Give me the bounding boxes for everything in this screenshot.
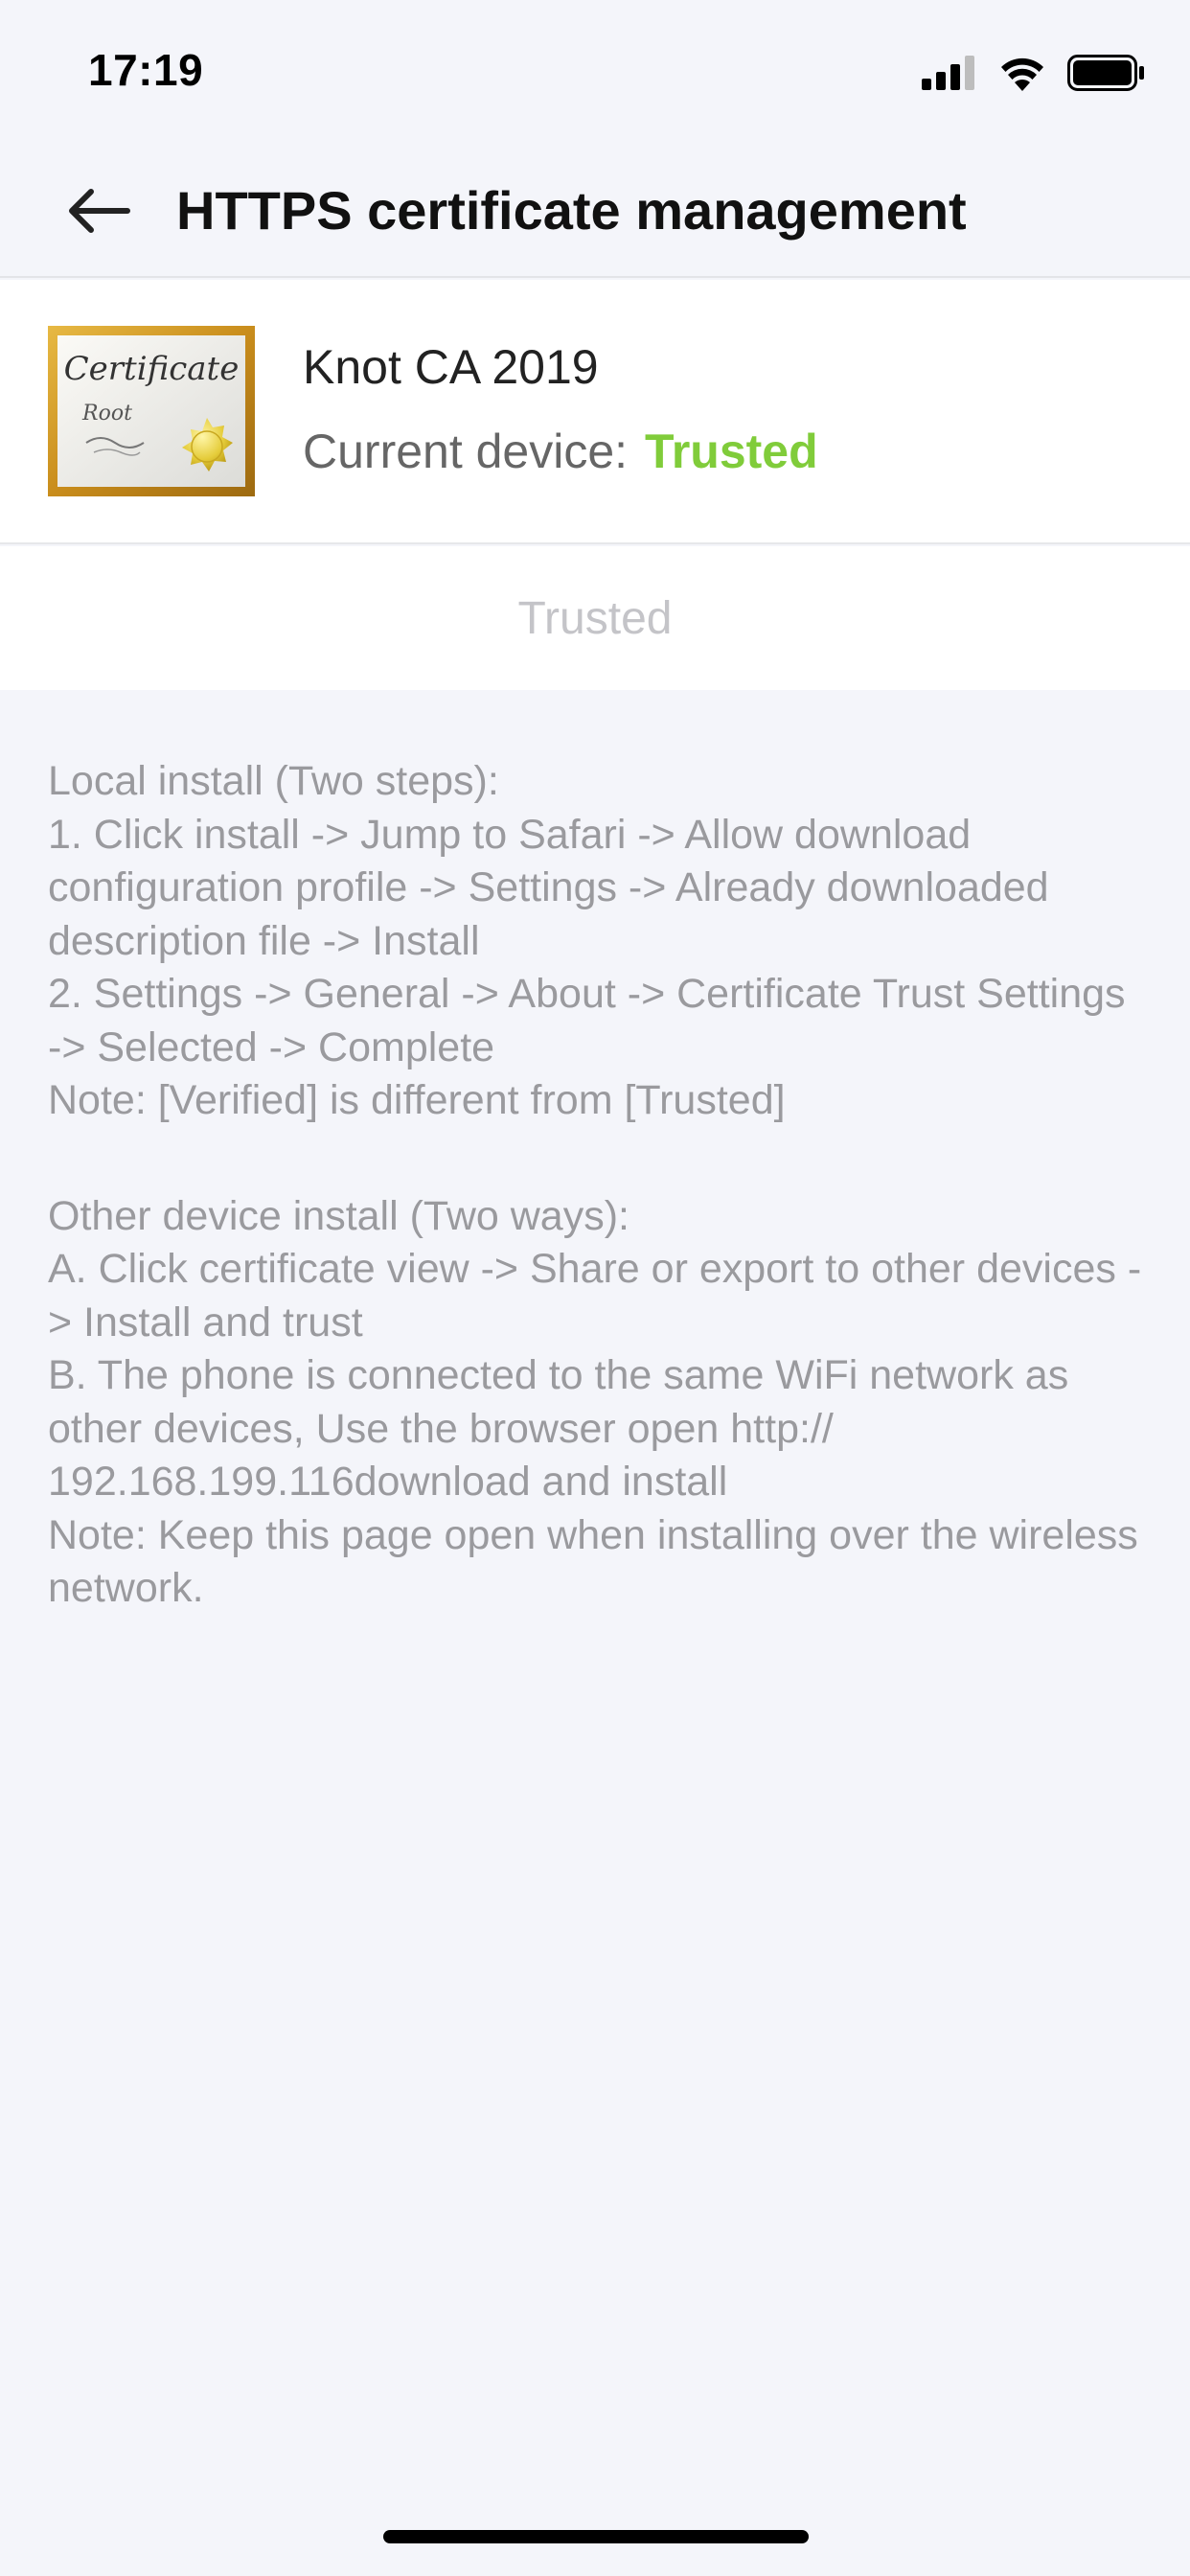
wifi-icon [1001,58,1043,91]
certificate-root-icon: Certificate Root [48,326,255,496]
certificate-card[interactable]: Certificate Root Knot CA 2019 Current de… [0,280,1190,544]
battery-icon [1067,55,1144,91]
cellular-signal-icon [922,56,974,90]
page-title: HTTPS certificate management [176,180,967,241]
svg-text:Root: Root [81,402,132,426]
status-bar: 17:19 [0,0,1190,144]
certificate-status-row: Current device: Trusted [303,424,818,479]
local-install-instructions: Local install (Two steps): 1. Click inst… [48,755,1150,1128]
other-install-way-a: A. Click certificate view -> Share or ex… [48,1246,1142,1346]
navigation-bar: HTTPS certificate management [0,144,1190,278]
local-install-step-1: 1. Click install -> Jump to Safari -> Al… [48,811,1049,964]
certificate-name: Knot CA 2019 [303,340,599,394]
local-install-title: Local install (Two steps): [48,758,499,804]
other-install-title: Other device install (Two ways): [48,1192,629,1239]
home-indicator[interactable] [383,2530,809,2543]
certificate-status-label: Current device: [303,425,629,478]
certificate-status-value: Trusted [645,425,818,478]
svg-text:Certificate: Certificate [64,350,240,388]
arrow-left-icon [69,189,130,233]
status-icons [922,54,1146,92]
back-button[interactable] [50,163,146,259]
other-install-way-b: B. The phone is connected to the same Wi… [48,1352,1069,1505]
other-install-note: Note: Keep this page open when installin… [48,1511,1138,1612]
trust-button[interactable]: Trusted [0,546,1190,690]
instructions: Local install (Two steps): 1. Click inst… [48,755,1150,1678]
local-install-step-2: 2. Settings -> General -> About -> Certi… [48,971,1126,1070]
other-device-instructions: Other device install (Two ways): A. Clic… [48,1190,1150,1616]
status-time: 17:19 [88,45,204,95]
local-install-note: Note: [Verified] is different from [Trus… [48,1077,786,1123]
